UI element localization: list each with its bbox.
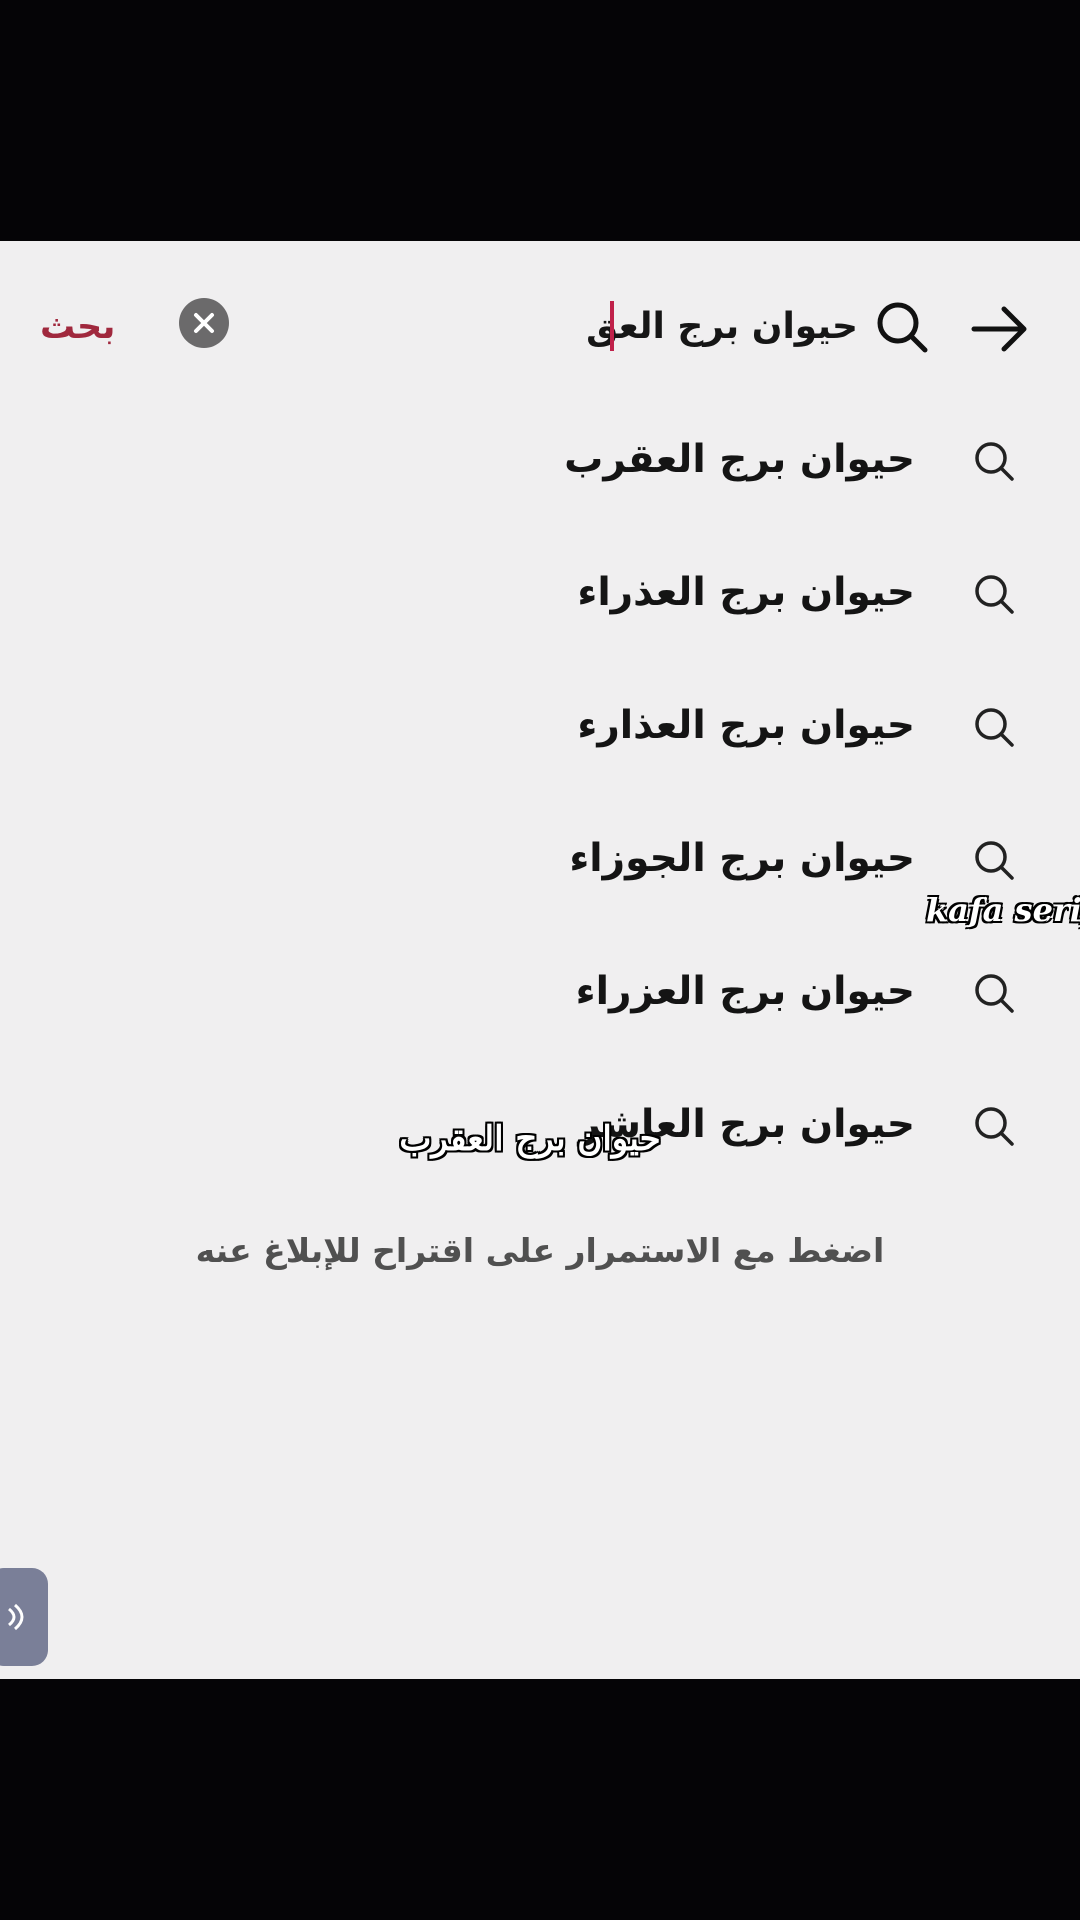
search-icon — [975, 708, 1014, 747]
suggestion-list: حيوان برج العقرب حيوان برج العذراء حيوان… — [0, 394, 1080, 1192]
search-icon — [877, 302, 928, 353]
search-icon — [975, 974, 1014, 1013]
search-icon — [975, 841, 1014, 880]
watermark: kafa serif — [926, 891, 1080, 929]
search-screen: حيوان برج العق بحث حيوان برج العقرب حيوا… — [0, 241, 1080, 1679]
mic-icon — [8, 1603, 24, 1631]
arrow-right-icon — [971, 306, 1027, 352]
clear-button[interactable] — [179, 298, 229, 348]
search-submit-button[interactable]: بحث — [40, 293, 115, 361]
suggestion-item[interactable]: حيوان برج الجوزاء — [0, 793, 1080, 926]
suggestion-label: حيوان برج العذارء — [577, 703, 915, 748]
back-button[interactable] — [968, 297, 1032, 361]
suggestion-item[interactable]: حيوان برج العزراء — [0, 926, 1080, 1059]
suggestion-item[interactable]: حيوان برج العقرب — [0, 394, 1080, 527]
search-bar: حيوان برج العق بحث — [0, 241, 1080, 406]
suggestion-item[interactable]: حيوان برج العذارء — [0, 660, 1080, 793]
suggestion-label: حيوان برج الجوزاء — [569, 836, 915, 881]
text-caret — [610, 301, 614, 351]
video-caption-overlay: حيوان برج العقرب — [399, 1119, 661, 1159]
search-input[interactable]: حيوان برج العق — [586, 293, 858, 361]
suggestion-label: حيوان برج العذراء — [577, 570, 915, 615]
suggestion-label: حيوان برج العقرب — [564, 437, 915, 482]
floating-mic-button[interactable] — [0, 1568, 48, 1666]
search-icon — [975, 1107, 1014, 1146]
search-icon — [975, 575, 1014, 614]
clear-icon — [194, 313, 214, 333]
suggestion-item[interactable]: حيوان برج العذراء — [0, 527, 1080, 660]
search-icon — [975, 442, 1014, 481]
suggestion-label: حيوان برج العزراء — [575, 969, 915, 1014]
report-hint: اضغط مع الاستمرار على اقتراح للإبلاغ عنه — [195, 1231, 885, 1270]
